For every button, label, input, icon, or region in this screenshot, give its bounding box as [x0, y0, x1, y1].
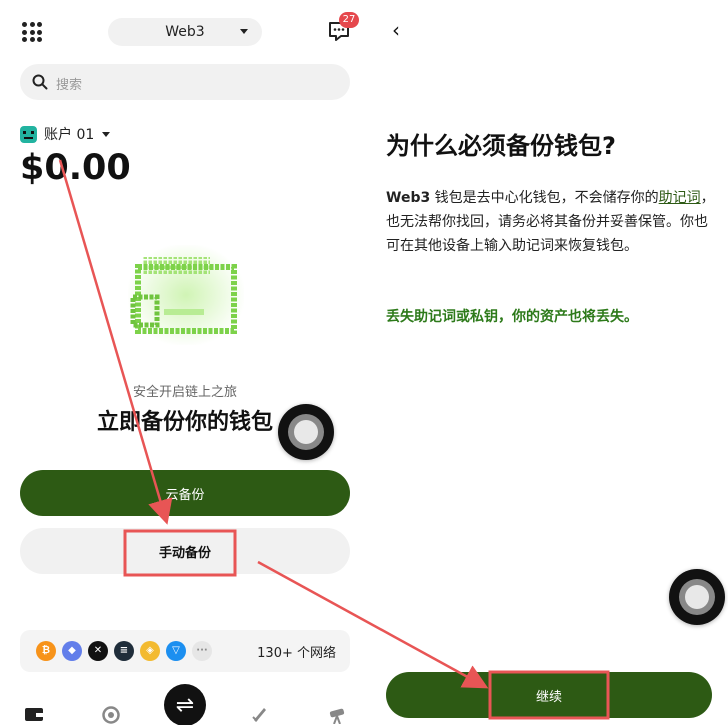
assistive-touch-button[interactable] — [278, 404, 334, 460]
discover-icon[interactable] — [102, 706, 120, 724]
network-count: 130+ 个网络 — [257, 646, 336, 661]
explanation-part-1: 钱包是去中心化钱包，不会储存你的 — [430, 190, 659, 206]
search-icon — [32, 74, 48, 90]
manual-backup-button[interactable]: 手动备份 — [20, 528, 350, 574]
caret-down-icon — [240, 29, 248, 34]
manual-backup-label: 手动备份 — [158, 545, 211, 561]
rocket-icon[interactable] — [250, 706, 268, 724]
account-name: 账户 01 — [44, 127, 95, 143]
cloud-backup-label: 云备份 — [165, 487, 205, 503]
bitcoin-icon: ₿ — [36, 641, 56, 661]
network-selector-label: Web3 — [165, 24, 205, 40]
balance-amount: $0.00 — [20, 148, 131, 188]
web3-brand-text: Web3 — [386, 190, 431, 206]
network-selector[interactable]: Web3 — [108, 18, 262, 46]
supported-networks-strip[interactable]: ₿ ◆ ✕ ≡ ◈ ▽ ··· 130+ 个网络 — [20, 630, 350, 672]
continue-label: 继续 — [535, 689, 562, 705]
wallet-home-screen: Web3 27 搜索 账户 01 $0.00 安全开启链上之旅 立即备份你的钱包… — [0, 0, 370, 725]
continue-button[interactable]: 继续 — [386, 672, 712, 718]
solana-icon: ≡ — [114, 641, 134, 661]
loss-warning-text: 丢失助记词或私钥，你的资产也将丢失。 — [386, 309, 638, 325]
apps-grid-icon[interactable] — [22, 22, 42, 42]
mnemonic-link[interactable]: 助记词 — [659, 190, 701, 206]
message-count-badge: 27 — [339, 12, 359, 28]
backup-explanation-screen: ‹ 为什么必须备份钱包? Web3 钱包是去中心化钱包，不会储存你的助记词，也无… — [370, 0, 728, 725]
search-bar[interactable]: 搜索 — [20, 64, 350, 100]
page-title: 为什么必须备份钱包? — [386, 132, 616, 160]
bnb-icon: ◈ — [140, 641, 160, 661]
swap-arrows-icon: ⇌ — [175, 692, 195, 718]
wallet-icon[interactable] — [24, 706, 44, 722]
wallet-illustration-icon — [128, 245, 244, 345]
account-avatar — [20, 125, 37, 143]
account-switcher[interactable]: 账户 01 — [20, 124, 111, 144]
back-arrow-icon[interactable]: ‹ — [392, 18, 400, 42]
more-networks-icon: ··· — [192, 641, 212, 661]
cloud-backup-button[interactable]: 云备份 — [20, 470, 350, 516]
assistive-touch-button[interactable] — [669, 569, 725, 625]
swap-button[interactable]: ⇌ — [164, 684, 206, 725]
okx-icon: ✕ — [88, 641, 108, 661]
backup-subtitle: 安全开启链上之旅 — [132, 385, 237, 400]
caret-down-icon — [102, 131, 111, 137]
backup-explanation-text: Web3 钱包是去中心化钱包，不会储存你的助记词，也无法帮你找回，请务必将其备份… — [386, 186, 716, 258]
telescope-icon[interactable] — [328, 706, 348, 724]
search-placeholder: 搜索 — [56, 78, 83, 93]
ethereum-icon: ◆ — [62, 641, 82, 661]
tron-icon: ▽ — [166, 641, 186, 661]
